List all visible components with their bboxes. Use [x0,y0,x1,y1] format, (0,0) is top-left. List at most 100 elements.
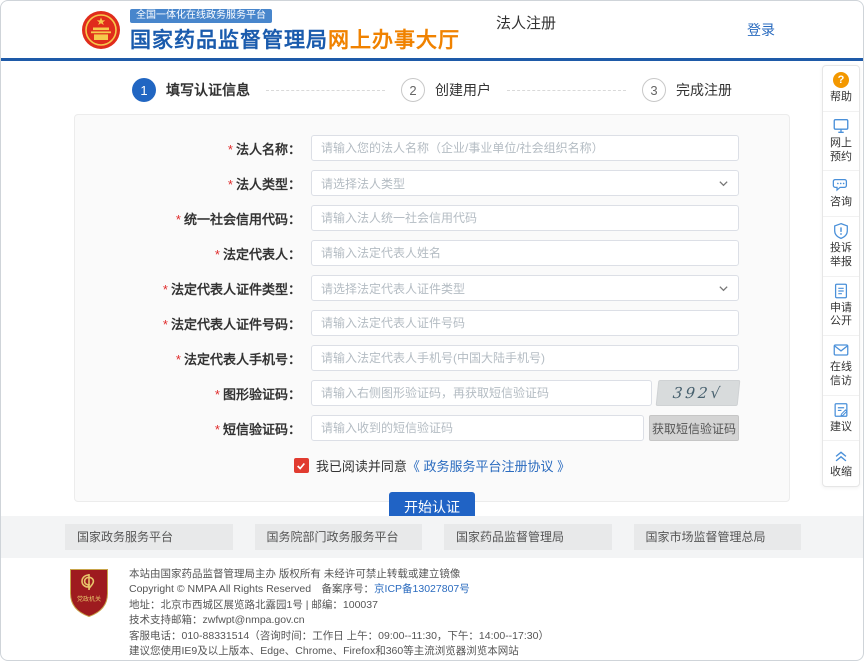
chevron-down-icon [718,178,729,189]
step-3-label: 完成注册 [676,80,732,100]
form-row-captcha: *图形验证码： 392√ [75,380,789,406]
sidebar-item-consult[interactable]: 咨询 [823,171,859,217]
form-row-id-number: *法定代表人证件号码： [75,310,789,336]
step-indicator: 1 填写认证信息 2 创建用户 3 完成注册 [132,78,732,102]
id-type-select[interactable]: 请选择法定代表人证件类型 [311,275,739,301]
gov-badge-icon: 党政机关 [69,567,109,619]
footer-line-hotline: 客服电话：010-88331514（咨询时间：工作日 上午：09:00--11:… [129,629,549,644]
footer-link-national-gov-platform[interactable]: 国家政务服务平台 [65,524,233,550]
national-emblem-icon [81,10,121,50]
edit-document-icon [824,401,858,419]
id-number-input[interactable] [311,310,739,336]
footer-links-bar: 国家政务服务平台 国务院部门政务服务平台 国家药品监督管理局 国家市场监督管理总… [1,516,864,558]
mail-icon [824,341,858,359]
representative-input[interactable] [311,240,739,266]
sidebar-item-suggestion[interactable]: 建议 [823,396,859,442]
field-label: *法定代表人证件类型： [75,279,311,298]
step-2: 2 创建用户 [401,78,491,102]
sidebar-item-collapse[interactable]: 收缩 [823,441,859,486]
legal-name-input[interactable] [311,135,739,161]
logo-text: 全国一体化在线政务服务平台 国家药品监督管理局网上办事大厅 [130,5,460,54]
step-3-circle: 3 [642,78,666,102]
registration-form: *法人名称： *法人类型： 请选择法人类型 *统一社会信用代码： *法定代表人： [74,114,790,502]
site-logo[interactable]: 全国一体化在线政务服务平台 国家药品监督管理局网上办事大厅 [81,5,460,54]
page-title: 法人注册 [496,12,556,47]
sms-code-input[interactable] [311,415,644,441]
required-asterisk: * [228,177,233,192]
footer-link-samr[interactable]: 国家市场监督管理总局 [634,524,802,550]
agreement-text: 我已阅读并同意 [316,456,407,475]
svg-text:党政机关: 党政机关 [77,595,101,603]
mobile-input[interactable] [311,345,739,371]
step-connector [266,90,385,91]
footer: 党政机关 本站由国家药品监督管理局主办 版权所有 未经许可禁止转载或建立镜像 C… [69,567,549,659]
field-label: *法人类型： [75,174,311,193]
required-asterisk: * [163,317,168,332]
field-label: *法定代表人证件号码： [75,314,311,333]
footer-line-host: 本站由国家药品监督管理局主办 版权所有 未经许可禁止转载或建立镜像 [129,567,549,582]
footer-link-nmpa[interactable]: 国家药品监督管理局 [444,524,612,550]
login-link[interactable]: 登录 [747,20,775,40]
step-1: 1 填写认证信息 [132,78,250,102]
form-row-legal-type: *法人类型： 请选择法人类型 [75,170,789,196]
required-asterisk: * [215,247,220,262]
footer-line-support-email: 技术支持邮箱：zwfwpt@nmpa.gov.cn [129,613,549,628]
step-connector [507,90,626,91]
chevron-down-icon [718,283,729,294]
form-row-sms-code: *短信验证码： 获取短信验证码 [75,415,789,441]
get-sms-code-button[interactable]: 获取短信验证码 [649,415,739,441]
sidebar-item-petition[interactable]: 在线 信访 [823,336,859,396]
form-row-credit-code: *统一社会信用代码： [75,205,789,231]
collapse-icon [824,446,858,464]
required-asterisk: * [176,352,181,367]
step-2-label: 创建用户 [435,80,491,100]
field-label: *法定代表人手机号： [75,349,311,368]
agreement-link[interactable]: 《 政务服务平台注册协议 》 [407,456,570,475]
captcha-image[interactable]: 392√ [656,380,741,406]
field-label: *统一社会信用代码： [75,209,311,228]
icp-license-link[interactable]: 京ICP备13027807号 [374,583,470,595]
agreement-row: 我已阅读并同意 《 政务服务平台注册协议 》 [75,456,789,475]
required-asterisk: * [176,212,181,227]
required-asterisk: * [163,282,168,297]
help-icon: ? [824,71,858,89]
footer-text: 本站由国家药品监督管理局主办 版权所有 未经许可禁止转载或建立镜像 Copyri… [129,567,549,659]
form-row-mobile: *法定代表人手机号： [75,345,789,371]
required-asterisk: * [215,387,220,402]
platform-badge: 全国一体化在线政务服务平台 [130,9,272,23]
page: 全国一体化在线政务服务平台 国家药品监督管理局网上办事大厅 法人注册 登录 1 … [0,0,864,661]
step-1-label: 填写认证信息 [166,80,250,100]
sidebar-item-help[interactable]: ? 帮助 [823,66,859,112]
field-label: *法定代表人： [75,244,311,263]
footer-line-browser-advice: 建议您使用IE9及以上版本、Edge、Chrome、Firefox和360等主流… [129,644,549,659]
captcha-input[interactable] [311,380,652,406]
footer-line-copyright: Copyright © NMPA All Rights Reserved 备案序… [129,582,549,597]
field-label: *短信验证码： [75,419,311,438]
field-label: *图形验证码： [75,384,311,403]
chat-icon [824,176,858,194]
site-title: 国家药品监督管理局网上办事大厅 [130,24,460,54]
floating-sidebar: ? 帮助 网上 预约 咨询 投诉 举报 申请 公开 [822,65,860,487]
credit-code-input[interactable] [311,205,739,231]
required-asterisk: * [228,142,233,157]
legal-type-select[interactable]: 请选择法人类型 [311,170,739,196]
footer-link-state-council-platform[interactable]: 国务院部门政务服务平台 [255,524,423,550]
step-2-circle: 2 [401,78,425,102]
form-row-id-type: *法定代表人证件类型： 请选择法定代表人证件类型 [75,275,789,301]
sidebar-item-complaint[interactable]: 投诉 举报 [823,217,859,277]
site-title-primary: 国家药品监督管理局 [130,29,328,52]
step-3: 3 完成注册 [642,78,732,102]
agreement-checkbox[interactable] [294,458,309,473]
shield-alert-icon [824,222,858,240]
field-label: *法人名称： [75,139,311,158]
form-row-legal-name: *法人名称： [75,135,789,161]
header: 全国一体化在线政务服务平台 国家药品监督管理局网上办事大厅 法人注册 登录 [1,1,863,61]
footer-line-address: 地址：北京市西城区展览路北露园1号 | 邮编：100037 [129,598,549,613]
sidebar-item-appointment[interactable]: 网上 预约 [823,112,859,172]
monitor-icon [824,117,858,135]
document-icon [824,282,858,300]
select-placeholder: 请选择法定代表人证件类型 [321,280,465,297]
form-row-representative: *法定代表人： [75,240,789,266]
step-1-circle: 1 [132,78,156,102]
sidebar-item-disclosure[interactable]: 申请 公开 [823,277,859,337]
